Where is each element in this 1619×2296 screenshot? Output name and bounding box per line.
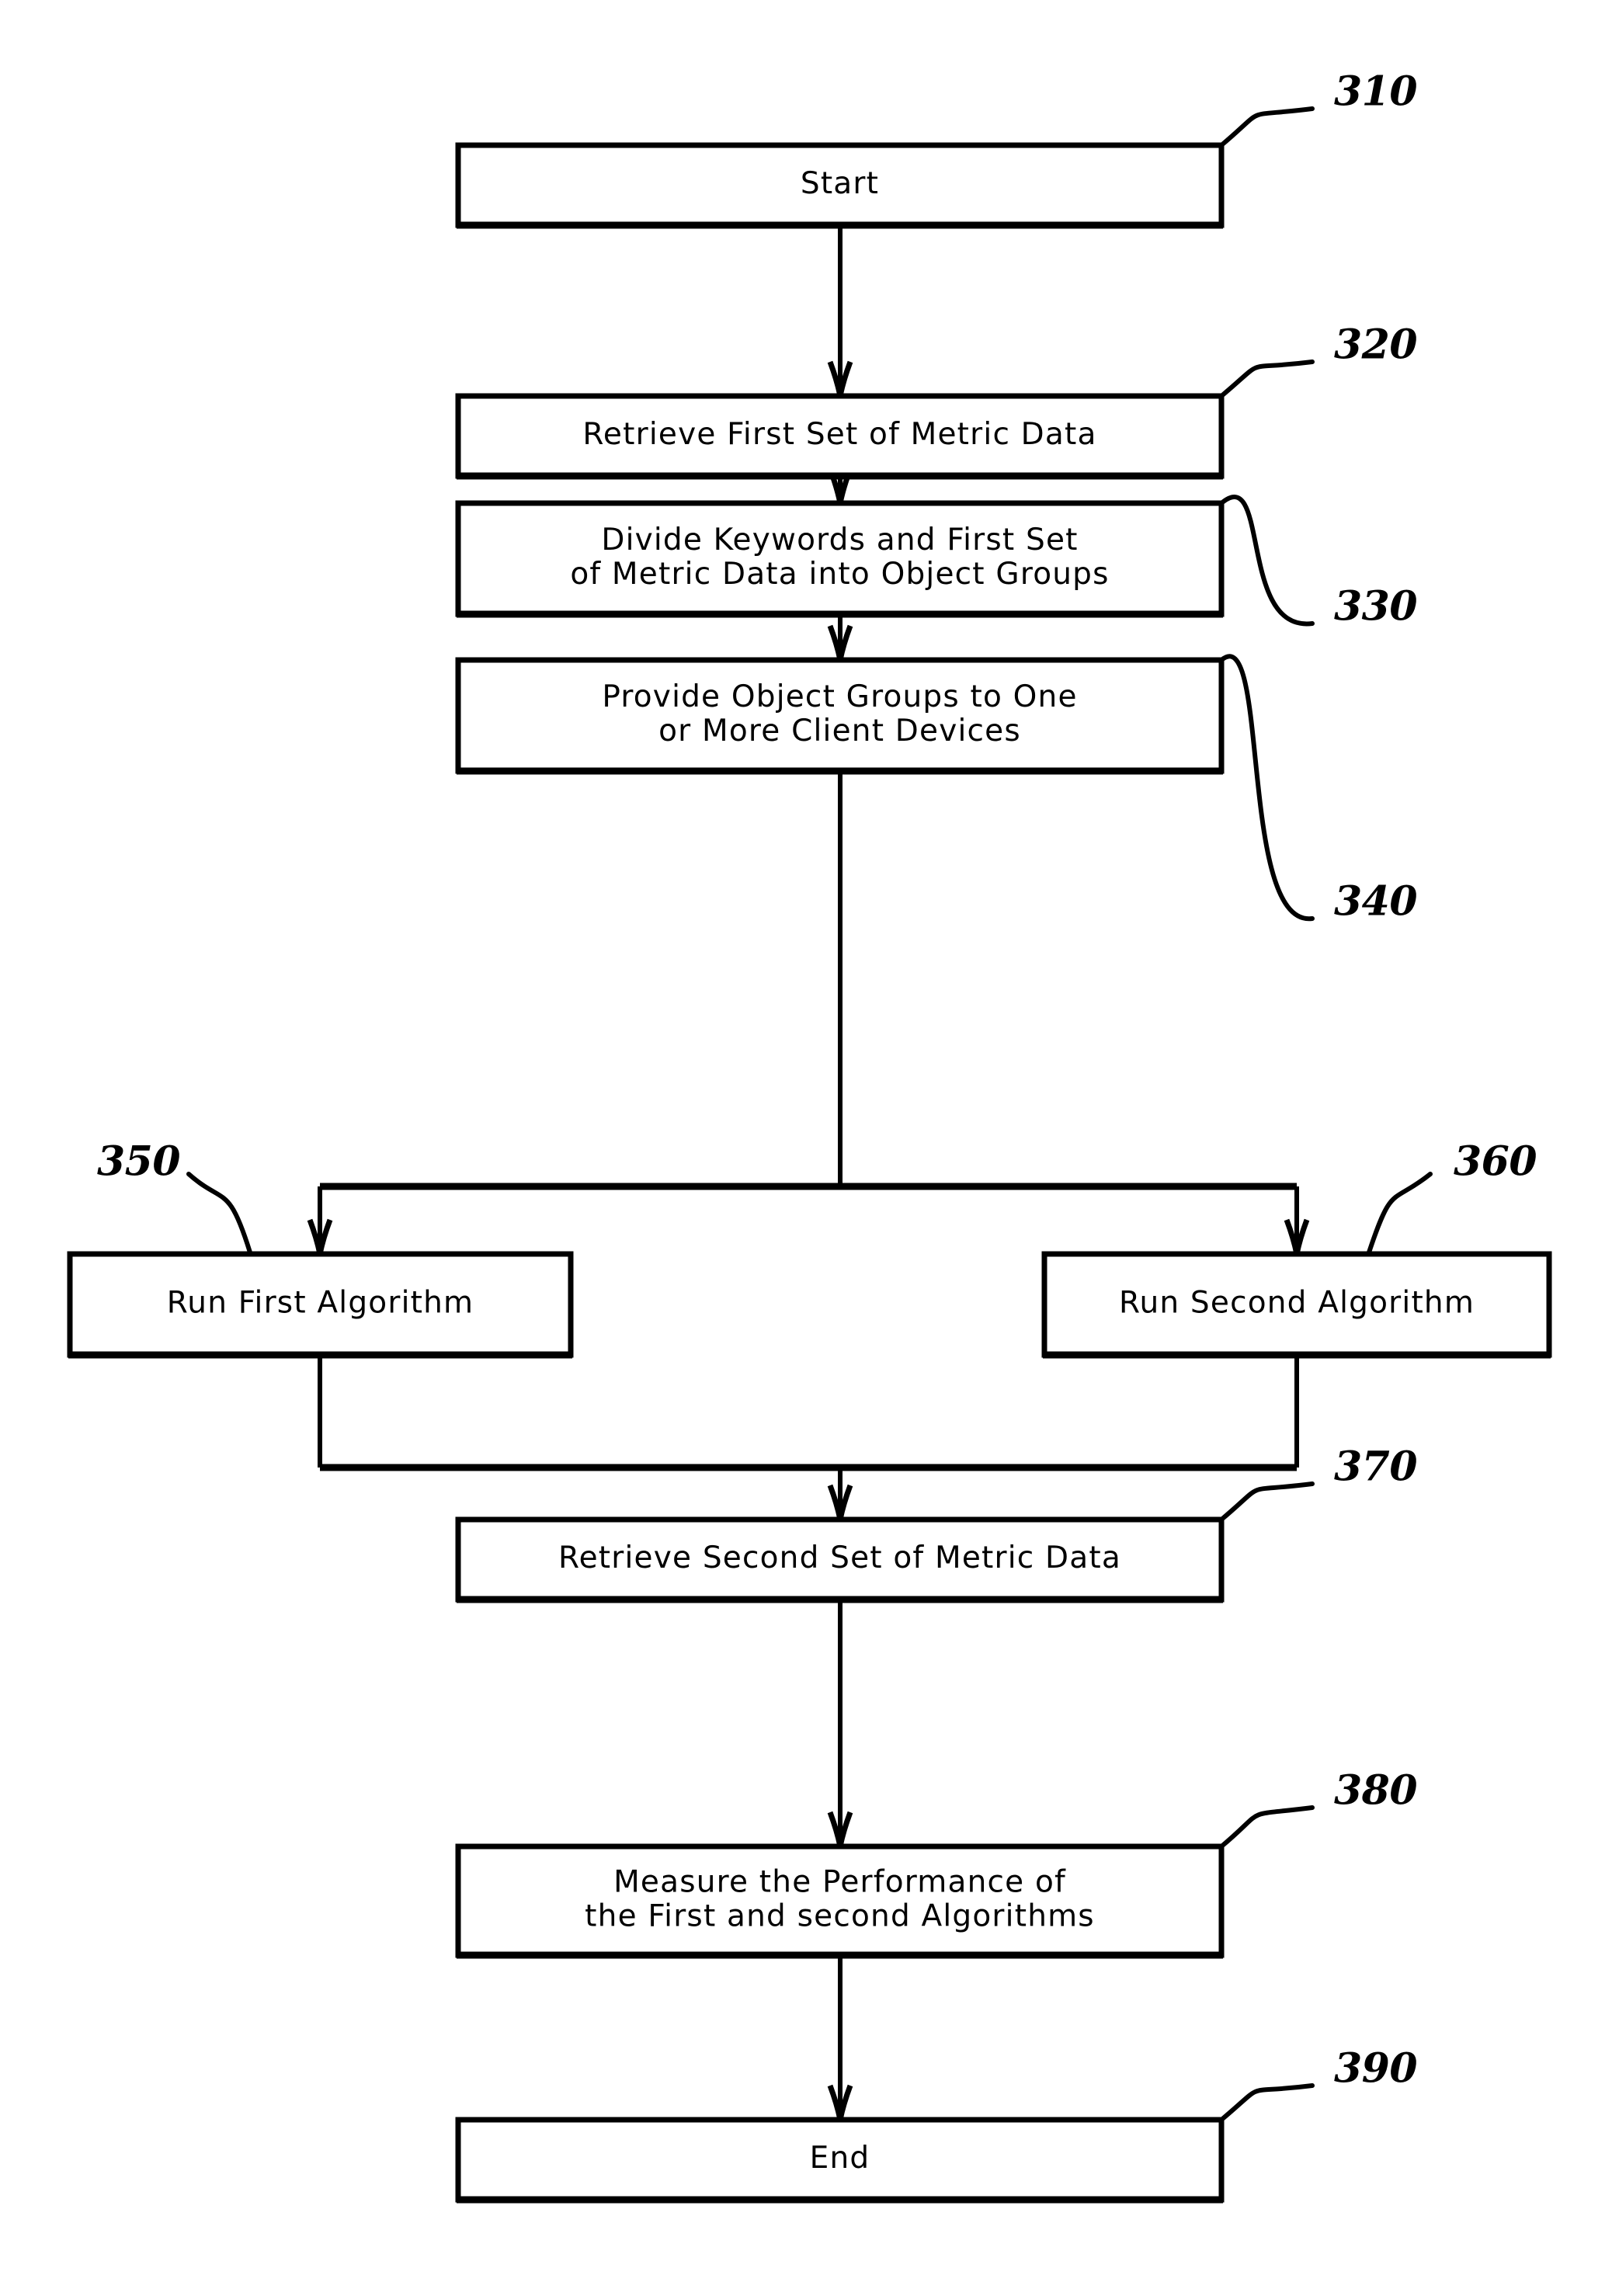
box-label-measure-performance-line-1: Measure the Performance of	[613, 1865, 1066, 1900]
reference-number-330: 330	[1334, 583, 1417, 630]
process-box-run-second-algorithm: Run Second Algorithm	[1041, 1251, 1552, 1359]
connector-370-to-380	[827, 1600, 853, 1847]
connector-380-to-390	[827, 1955, 853, 2121]
connector-start-to-320	[827, 225, 853, 397]
reference-number-340: 340	[1334, 878, 1417, 926]
reference-number-380: 380	[1334, 1767, 1417, 1815]
reference-callout-350: 350	[97, 1138, 252, 1255]
process-box-provide-object-groups: Provide Object Groups to Oneor More Clie…	[455, 657, 1225, 775]
process-box-divide-keywords: Divide Keywords and First Setof Metric D…	[455, 500, 1225, 618]
process-box-run-first-algorithm: Run First Algorithm	[67, 1251, 574, 1359]
box-label-end: End	[810, 2141, 870, 2176]
reference-numbers-layer: 310 320 330 340 350 360 370 380 390	[97, 68, 1537, 2122]
figure-canvas: Start Retrieve First Set of Metric Data Di…	[0, 0, 1619, 2296]
box-label-measure-performance-line-2: the First and second Algorithms	[585, 1899, 1095, 1934]
box-label-run-second-algorithm: Run Second Algorithm	[1119, 1286, 1475, 1321]
leader-line-350	[186, 1172, 252, 1255]
reference-callout-360: 360	[1367, 1138, 1537, 1255]
connector-330-to-340	[827, 614, 853, 661]
reference-callout-370: 370	[1219, 1443, 1418, 1522]
leader-line-360	[1367, 1172, 1433, 1255]
reference-callout-340: 340	[1219, 654, 1418, 926]
reference-number-350: 350	[97, 1138, 180, 1186]
reference-callout-390: 390	[1219, 2045, 1418, 2122]
process-box-retrieve-second-metric: Retrieve Second Set of Metric Data	[455, 1516, 1225, 1603]
reference-number-320: 320	[1334, 321, 1417, 369]
reference-callout-330: 330	[1219, 495, 1418, 630]
box-label-run-first-algorithm: Run First Algorithm	[167, 1286, 474, 1321]
reference-callout-310: 310	[1219, 68, 1418, 148]
process-box-retrieve-first-metric: Retrieve First Set of Metric Data	[455, 393, 1225, 480]
boxes-layer: Start Retrieve First Set of Metric Data Di…	[67, 142, 1552, 2204]
box-label-retrieve-first-metric: Retrieve First Set of Metric Data	[582, 417, 1096, 452]
box-label-divide-keywords-line-2: of Metric Data into Object Groups	[570, 557, 1109, 592]
reference-number-370: 370	[1334, 1443, 1417, 1491]
reference-number-390: 390	[1334, 2045, 1417, 2093]
leader-line-380	[1219, 1805, 1315, 1849]
leader-line-340	[1219, 654, 1315, 922]
reference-number-360: 360	[1454, 1138, 1537, 1186]
process-box-measure-performance: Measure the Performance ofthe First and …	[455, 1843, 1225, 1959]
leader-line-310	[1219, 106, 1315, 148]
connector-split-to-360	[1284, 1186, 1310, 1255]
reference-callout-320: 320	[1219, 321, 1418, 398]
box-label-start: Start	[801, 166, 879, 201]
leader-line-330	[1219, 495, 1315, 627]
leader-line-320	[1219, 360, 1315, 398]
process-box-start: Start	[455, 142, 1225, 229]
reference-number-310: 310	[1334, 68, 1417, 116]
box-label-divide-keywords-line-1: Divide Keywords and First Set	[601, 523, 1078, 558]
connector-split-to-350	[307, 1186, 333, 1255]
process-box-end: End	[455, 2117, 1225, 2204]
leader-line-370	[1219, 1481, 1315, 1522]
box-label-provide-object-groups-line-2: or More Client Devices	[658, 714, 1021, 749]
reference-callout-380: 380	[1219, 1767, 1418, 1849]
box-label-retrieve-second-metric: Retrieve Second Set of Metric Data	[558, 1541, 1121, 1575]
connector-merge-to-370	[827, 1468, 853, 1520]
leader-line-390	[1219, 2083, 1315, 2122]
flowchart-diagram: Start Retrieve First Set of Metric Data Di…	[67, 68, 1552, 2204]
box-label-provide-object-groups-line-1: Provide Object Groups to One	[602, 679, 1077, 714]
